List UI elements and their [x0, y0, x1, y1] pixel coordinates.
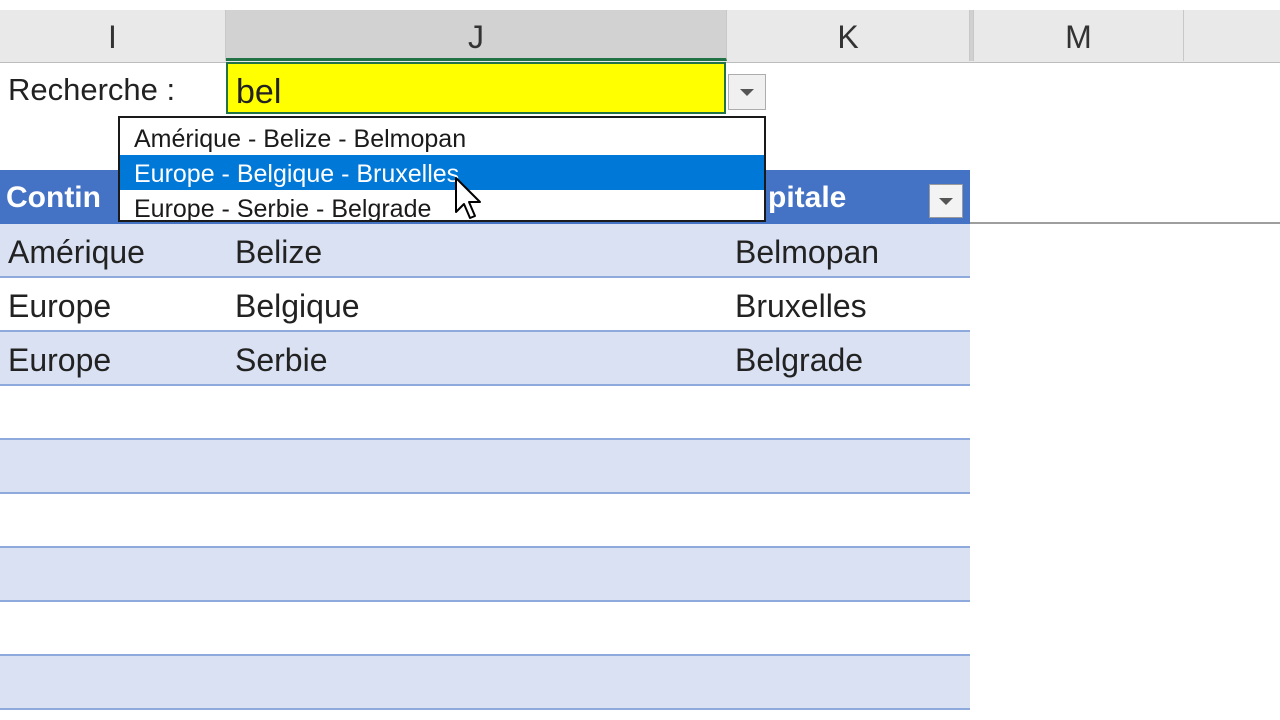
column-header-i[interactable]: I — [0, 10, 226, 61]
empty-table-row[interactable] — [0, 548, 970, 602]
table-row: Europe Serbie Belgrade — [0, 332, 970, 386]
cell-continent[interactable]: Europe — [8, 332, 111, 384]
empty-table-row[interactable] — [0, 494, 970, 548]
search-input[interactable] — [226, 62, 726, 114]
column-header-n[interactable] — [1184, 10, 1280, 61]
cell-pays[interactable]: Serbie — [235, 332, 328, 384]
cell-border-line — [970, 222, 1280, 224]
table-row: Amérique Belize Belmopan — [0, 224, 970, 278]
dropdown-option[interactable]: Amérique - Belize - Belmopan — [120, 120, 764, 155]
combo-dropdown-list: Amérique - Belize - Belmopan Europe - Be… — [118, 116, 766, 225]
column-header-k[interactable]: K — [727, 10, 970, 61]
combo-dropdown-button[interactable] — [728, 74, 766, 110]
empty-table-row[interactable] — [0, 602, 970, 656]
column-header-j[interactable]: J — [226, 10, 727, 61]
filter-dropdown-icon — [939, 197, 953, 205]
cell-capitale[interactable]: Bruxelles — [735, 278, 867, 330]
cell-pays[interactable]: Belize — [235, 224, 322, 276]
header-continent[interactable]: Contin — [6, 170, 120, 224]
header-top-gap — [0, 0, 1280, 10]
capitale-filter-button[interactable] — [929, 184, 963, 218]
empty-table-row[interactable] — [0, 656, 970, 710]
header-capitale[interactable]: pitale — [768, 170, 918, 224]
empty-table-row[interactable] — [0, 440, 970, 494]
cell-capitale[interactable]: Belgrade — [735, 332, 863, 384]
column-header-m[interactable]: M — [974, 10, 1184, 61]
dropdown-option-selected[interactable]: Europe - Belgique - Bruxelles — [120, 155, 764, 190]
mouse-pointer-icon — [455, 177, 481, 219]
empty-table-row[interactable] — [0, 386, 970, 440]
cell-pays[interactable]: Belgique — [235, 278, 360, 330]
table-row: Europe Belgique Bruxelles — [0, 278, 970, 332]
search-label: Recherche : — [8, 72, 176, 107]
cell-continent[interactable]: Europe — [8, 278, 111, 330]
column-header-bar: I J K M — [0, 0, 1280, 63]
dropdown-option[interactable]: Europe - Serbie - Belgrade — [120, 190, 764, 225]
chevron-down-icon — [740, 88, 754, 96]
cell-continent[interactable]: Amérique — [8, 224, 145, 276]
cell-capitale[interactable]: Belmopan — [735, 224, 879, 276]
